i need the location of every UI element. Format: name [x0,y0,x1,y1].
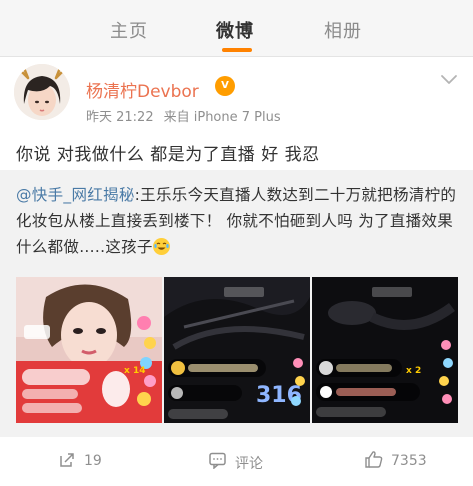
post-meta: 昨天 21:22 来自 iPhone 7 Plus [86,106,281,125]
tab-weibo[interactable]: 微博 [216,17,254,43]
repost-card[interactable]: @快手_网红揭秘:王乐乐今天直播人数达到二十万就把杨清柠的化妆包从楼上直接丢到楼… [0,170,473,437]
repost-image-3[interactable]: x 2 [312,277,458,423]
comment-label: 评论 [235,456,263,472]
tab-album[interactable]: 相册 [324,17,362,43]
post-source: 来自 iPhone 7 Plus [163,110,281,125]
post-action-bar: 19 评论 7353 [0,438,473,486]
repost-icon [60,453,74,467]
avatar[interactable] [14,64,70,120]
like-count: 7353 [391,453,427,469]
author-name[interactable]: 杨清柠Devbor [86,77,199,102]
active-tab-indicator [222,48,252,52]
repost-text: @快手_网红揭秘:王乐乐今天直播人数达到二十万就把杨清柠的化妆包从楼上直接丢到楼… [16,182,460,260]
thumbs-up-icon [365,451,383,468]
thumbnail-3-overlay: x 2 [406,366,421,376]
repost-mention[interactable]: @快手_网红揭秘 [16,186,135,204]
thumbnail-1-overlay: x 14 [124,366,145,376]
repost-count: 19 [84,453,102,469]
post-text: 你说 对我做什么 都是为了直播 好 我忍 [16,145,320,165]
chevron-down-icon[interactable] [438,70,460,88]
laugh-cry-emoji-icon [152,238,170,255]
tab-home[interactable]: 主页 [110,17,148,43]
post-time: 昨天 21:22 [86,110,154,125]
vip-badge-icon: V [215,76,235,96]
profile-tab-bar: 主页 微博 相册 [0,0,473,57]
repost-image-2[interactable]: 316 [164,277,310,423]
comment-icon [209,452,226,469]
repost-image-1[interactable]: x 14 [16,277,162,423]
